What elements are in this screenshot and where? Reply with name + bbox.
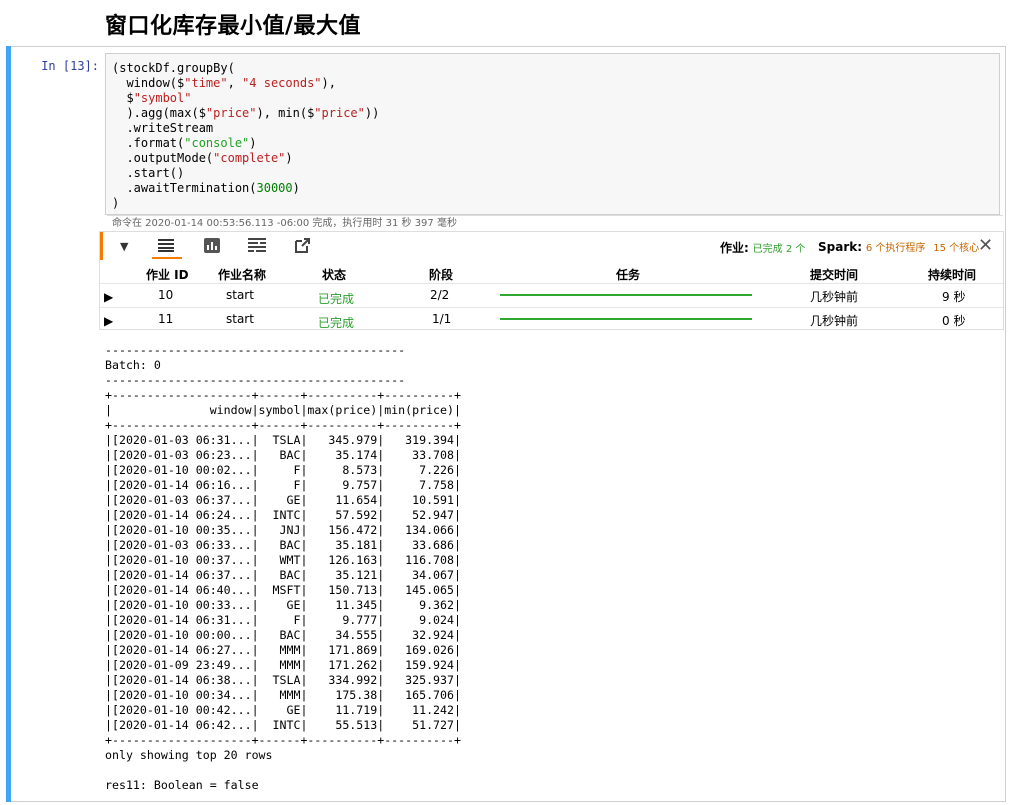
output-line: Batch: 0 (105, 358, 161, 372)
output-line: |[2020-01-03 06:31...| TSLA| 345.979| 31… (105, 433, 461, 447)
output-line: |[2020-01-10 00:02...| F| 8.573| 7.226| (105, 463, 461, 477)
output-line: | window|symbol|max(price)|min(price)| (105, 403, 461, 417)
output-line: +--------------------+------+----------+… (105, 388, 461, 402)
col-header-status: 状态 (322, 268, 347, 282)
job-submitted: 几秒钟前 (810, 314, 859, 328)
job-id: 10 (158, 288, 174, 302)
job-status: 已完成 (318, 292, 355, 306)
external-link-icon[interactable] (294, 238, 310, 258)
close-icon[interactable]: ✕ (978, 235, 993, 256)
expand-row-icon[interactable]: ▶ (104, 314, 113, 328)
output-line: |[2020-01-03 06:33...| BAC| 35.181| 33.6… (105, 538, 461, 552)
job-duration: 0 秒 (942, 314, 966, 328)
output-line: only showing top 20 rows (105, 748, 273, 762)
job-name: start (226, 288, 254, 302)
output-line: |[2020-01-10 00:00...| BAC| 34.555| 32.9… (105, 628, 461, 642)
timeline-icon[interactable] (248, 238, 266, 257)
output-line: |[2020-01-10 00:37...| WMT| 126.163| 116… (105, 553, 461, 567)
output-line: |[2020-01-03 06:37...| GE| 11.654| 10.59… (105, 493, 461, 507)
output-line: |[2020-01-10 00:34...| MMM| 175.38| 165.… (105, 688, 461, 702)
spark-jobs-panel: ▼ 作业: 已完成 2 个 Spark: 6 个执行程序 15 个核心 ✕ 作业… (99, 231, 1004, 330)
jobs-summary: 作业: 已完成 2 个 (720, 241, 806, 255)
output-line: |[2020-01-09 23:49...| MMM| 171.262| 159… (105, 658, 461, 672)
active-tab-indicator (152, 257, 182, 259)
task-progress-bar (500, 318, 752, 320)
job-stages: 1/1 (432, 312, 452, 326)
selected-cell-indicator (6, 46, 11, 802)
job-submitted: 几秒钟前 (810, 290, 859, 304)
col-header-job-id: 作业 ID (146, 268, 189, 282)
output-line: +--------------------+------+----------+… (105, 418, 461, 432)
job-status: 已完成 (318, 316, 355, 330)
output-line: |[2020-01-03 06:23...| BAC| 35.174| 33.7… (105, 448, 461, 462)
job-row[interactable]: ▶ 10 start 已完成 2/2 几秒钟前 9 秒 (100, 283, 1003, 308)
bar-chart-icon[interactable] (204, 238, 220, 257)
triangle-down-icon[interactable]: ▼ (120, 240, 128, 253)
job-stages: 2/2 (430, 288, 450, 302)
expand-row-icon[interactable]: ▶ (104, 290, 113, 304)
output-line: |[2020-01-14 06:38...| TSLA| 334.992| 32… (105, 673, 461, 687)
col-header-submitted: 提交时间 (810, 268, 859, 282)
output-line: |[2020-01-14 06:24...| INTC| 57.592| 52.… (105, 508, 461, 522)
output-line: |[2020-01-14 06:42...| INTC| 55.513| 51.… (105, 718, 461, 732)
job-row[interactable]: ▶ 11 start 已完成 1/1 几秒钟前 0 秒 (100, 307, 1003, 332)
output-line: ----------------------------------------… (105, 343, 406, 357)
table-icon[interactable] (158, 238, 174, 256)
output-line: |[2020-01-14 06:37...| BAC| 35.121| 34.0… (105, 568, 461, 582)
code-editor[interactable]: (stockDf.groupBy( window($"time", "4 sec… (105, 53, 1003, 229)
output-line: |[2020-01-10 00:33...| GE| 11.345| 9.362… (105, 598, 461, 612)
spark-summary: Spark: 6 个执行程序 15 个核心 (818, 240, 980, 254)
input-prompt: In [13]: (41, 59, 99, 73)
notebook-cell[interactable]: In [13]: (stockDf.groupBy( window($"time… (6, 46, 1006, 802)
notebook-heading: 窗口化库存最小值/最大值 (105, 14, 362, 39)
panel-accent-bar (100, 232, 103, 260)
output-line: |[2020-01-10 00:35...| JNJ| 156.472| 134… (105, 523, 461, 537)
col-header-duration: 持续时间 (928, 268, 977, 282)
col-header-tasks: 任务 (616, 268, 641, 282)
output-line: res11: Boolean = false (105, 778, 259, 792)
job-name: start (226, 312, 254, 326)
output-line: |[2020-01-14 06:31...| F| 9.777| 9.024| (105, 613, 461, 627)
job-duration: 9 秒 (942, 290, 966, 304)
output-line: |[2020-01-14 06:16...| F| 9.757| 7.758| (105, 478, 461, 492)
output-line: |[2020-01-14 06:27...| MMM| 171.869| 169… (105, 643, 461, 657)
col-header-job-name: 作业名称 (218, 268, 267, 282)
output-line: |[2020-01-14 06:40...| MSFT| 150.713| 14… (105, 583, 461, 597)
execution-info: 命令在 2020-01-14 00:53:56.113 -06:00 完成，执行… (107, 215, 1003, 231)
output-line: +--------------------+------+----------+… (105, 733, 461, 747)
task-progress-bar (500, 294, 752, 296)
col-header-stages: 阶段 (429, 268, 454, 282)
cell-output: ----------------------------------------… (105, 343, 461, 793)
job-id: 11 (158, 312, 174, 326)
code-text[interactable]: (stockDf.groupBy( window($"time", "4 sec… (106, 54, 999, 211)
output-line: ----------------------------------------… (105, 373, 406, 387)
output-line: |[2020-01-10 00:42...| GE| 11.719| 11.24… (105, 703, 461, 717)
